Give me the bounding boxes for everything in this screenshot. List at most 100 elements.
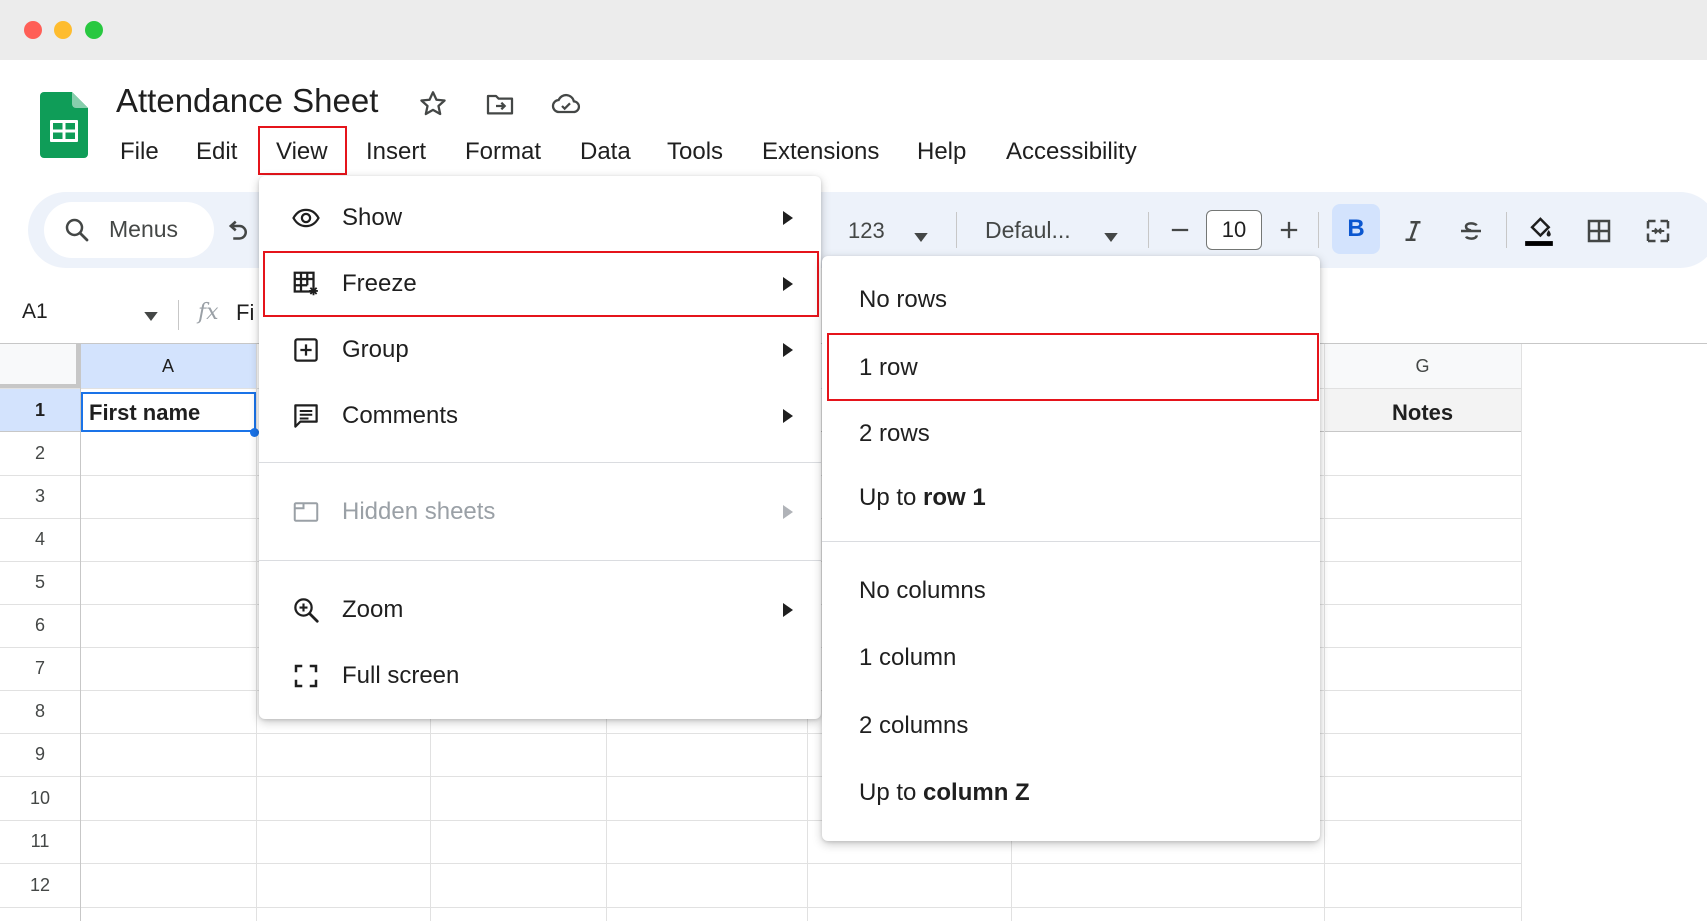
menu-item-label: Show — [342, 204, 403, 231]
increase-font-size-icon[interactable] — [1275, 216, 1303, 250]
submenu-arrow-icon — [783, 603, 793, 617]
search-icon — [62, 215, 92, 245]
row-header[interactable]: 8 — [0, 690, 80, 733]
menu-accessibility[interactable]: Accessibility — [1006, 134, 1137, 170]
menu-item-full-screen[interactable]: Full screen — [259, 648, 821, 704]
freeze-no-rows[interactable]: No rows — [822, 272, 1320, 328]
freeze-option-prefix: Up to — [859, 484, 924, 511]
merge-cells-icon[interactable] — [1643, 216, 1673, 252]
menu-item-hidden-sheets[interactable]: Hidden sheets — [259, 484, 821, 540]
menu-item-label: Comments — [342, 402, 459, 429]
minimize-window-button[interactable] — [54, 21, 72, 39]
freeze-1-column[interactable]: 1 column — [822, 630, 1320, 686]
menu-divider — [259, 462, 821, 463]
chevron-down-icon[interactable] — [144, 308, 158, 326]
row-header[interactable]: 7 — [0, 647, 80, 690]
menu-edit[interactable]: Edit — [196, 134, 237, 170]
freeze-option-prefix: Up to — [859, 779, 924, 806]
fx-icon: fx — [198, 300, 219, 325]
toolbar-divider — [956, 212, 957, 248]
number-format-button[interactable]: 123 — [848, 218, 885, 244]
bold-button[interactable]: B — [1332, 204, 1380, 254]
freeze-option-label: Up to row 1 — [859, 470, 986, 526]
row-header[interactable]: 1 — [0, 388, 80, 432]
submenu-arrow-icon — [783, 343, 793, 357]
chevron-down-icon[interactable] — [914, 222, 928, 248]
row-header[interactable]: 10 — [0, 776, 80, 820]
star-icon[interactable] — [417, 88, 449, 120]
freeze-1-row[interactable]: 1 row — [822, 340, 1320, 396]
chevron-down-icon[interactable] — [1104, 222, 1118, 248]
search-menus-button[interactable]: Menus — [44, 202, 214, 258]
zoom-window-button[interactable] — [85, 21, 103, 39]
zoom-in-icon — [291, 595, 321, 625]
italic-icon[interactable] — [1398, 216, 1428, 252]
font-size-input[interactable]: 10 — [1206, 210, 1262, 250]
freeze-2-columns[interactable]: 2 columns — [822, 698, 1320, 754]
eye-icon — [291, 203, 321, 233]
row-header[interactable]: 5 — [0, 561, 80, 604]
row-header[interactable]: 12 — [0, 863, 80, 907]
row-header[interactable]: 2 — [0, 432, 80, 475]
borders-icon[interactable] — [1584, 216, 1614, 252]
cell-g1[interactable]: Notes — [1392, 400, 1453, 426]
menu-divider — [259, 560, 821, 561]
column-header-g[interactable]: G — [1324, 344, 1521, 388]
menu-divider — [822, 541, 1320, 542]
freeze-option-label: 1 column — [859, 644, 957, 671]
undo-icon[interactable] — [222, 216, 252, 252]
toolbar-divider — [1148, 212, 1149, 248]
comment-icon — [291, 401, 321, 431]
menu-item-label: Hidden sheets — [342, 498, 496, 525]
close-window-button[interactable] — [24, 21, 42, 39]
row-header[interactable]: 11 — [0, 820, 80, 863]
column-header-a[interactable]: A — [80, 344, 256, 388]
plus-box-icon — [291, 335, 321, 365]
fill-handle[interactable] — [250, 428, 259, 437]
fullscreen-icon — [291, 661, 321, 691]
menu-help[interactable]: Help — [917, 134, 966, 170]
toolbar-divider — [1318, 212, 1319, 248]
cloud-saved-icon[interactable] — [550, 88, 582, 120]
toolbar-divider — [1506, 212, 1507, 248]
menu-format[interactable]: Format — [465, 134, 541, 170]
menu-insert[interactable]: Insert — [366, 134, 426, 170]
document-title[interactable]: Attendance Sheet — [116, 82, 378, 120]
font-family-select[interactable]: Defaul... — [985, 217, 1071, 244]
menu-tools[interactable]: Tools — [667, 134, 723, 170]
menu-file[interactable]: File — [120, 134, 159, 170]
select-all-corner[interactable] — [0, 344, 80, 388]
row-header[interactable]: 3 — [0, 475, 80, 518]
freeze-option-label: Up to column Z — [859, 765, 1030, 821]
freeze-option-label: 1 row — [859, 354, 918, 381]
window-title-bar — [0, 0, 1707, 60]
fill-color-icon[interactable] — [1522, 212, 1556, 254]
row-header[interactable]: 9 — [0, 733, 80, 776]
menu-item-zoom[interactable]: Zoom — [259, 582, 821, 638]
menu-item-show[interactable]: Show — [259, 190, 821, 246]
menu-item-label: Freeze — [342, 270, 417, 297]
name-box[interactable]: A1 — [22, 300, 48, 324]
submenu-arrow-icon — [783, 211, 793, 225]
menu-item-group[interactable]: Group — [259, 322, 821, 378]
sheets-logo-icon[interactable] — [40, 92, 88, 158]
freeze-2-rows[interactable]: 2 rows — [822, 406, 1320, 462]
menu-item-freeze[interactable]: Freeze — [259, 256, 821, 312]
freeze-up-to-row[interactable]: Up to row 1 — [822, 470, 1320, 526]
decrease-font-size-icon[interactable] — [1166, 216, 1194, 250]
menu-data[interactable]: Data — [580, 134, 631, 170]
freeze-no-columns[interactable]: No columns — [822, 563, 1320, 619]
freeze-option-label: 2 rows — [859, 420, 930, 447]
move-to-folder-icon[interactable] — [484, 88, 516, 120]
submenu-arrow-icon — [783, 409, 793, 423]
menu-item-comments[interactable]: Comments — [259, 388, 821, 444]
formula-input[interactable]: Fi — [236, 300, 254, 326]
strikethrough-icon[interactable] — [1456, 216, 1486, 252]
row-header[interactable]: 4 — [0, 518, 80, 561]
menu-view[interactable]: View — [276, 134, 328, 170]
freeze-up-to-column[interactable]: Up to column Z — [822, 765, 1320, 821]
cell-a1[interactable]: First name — [89, 400, 200, 426]
menu-extensions[interactable]: Extensions — [762, 134, 879, 170]
row-header[interactable]: 6 — [0, 604, 80, 647]
search-menus-label: Menus — [109, 216, 179, 242]
